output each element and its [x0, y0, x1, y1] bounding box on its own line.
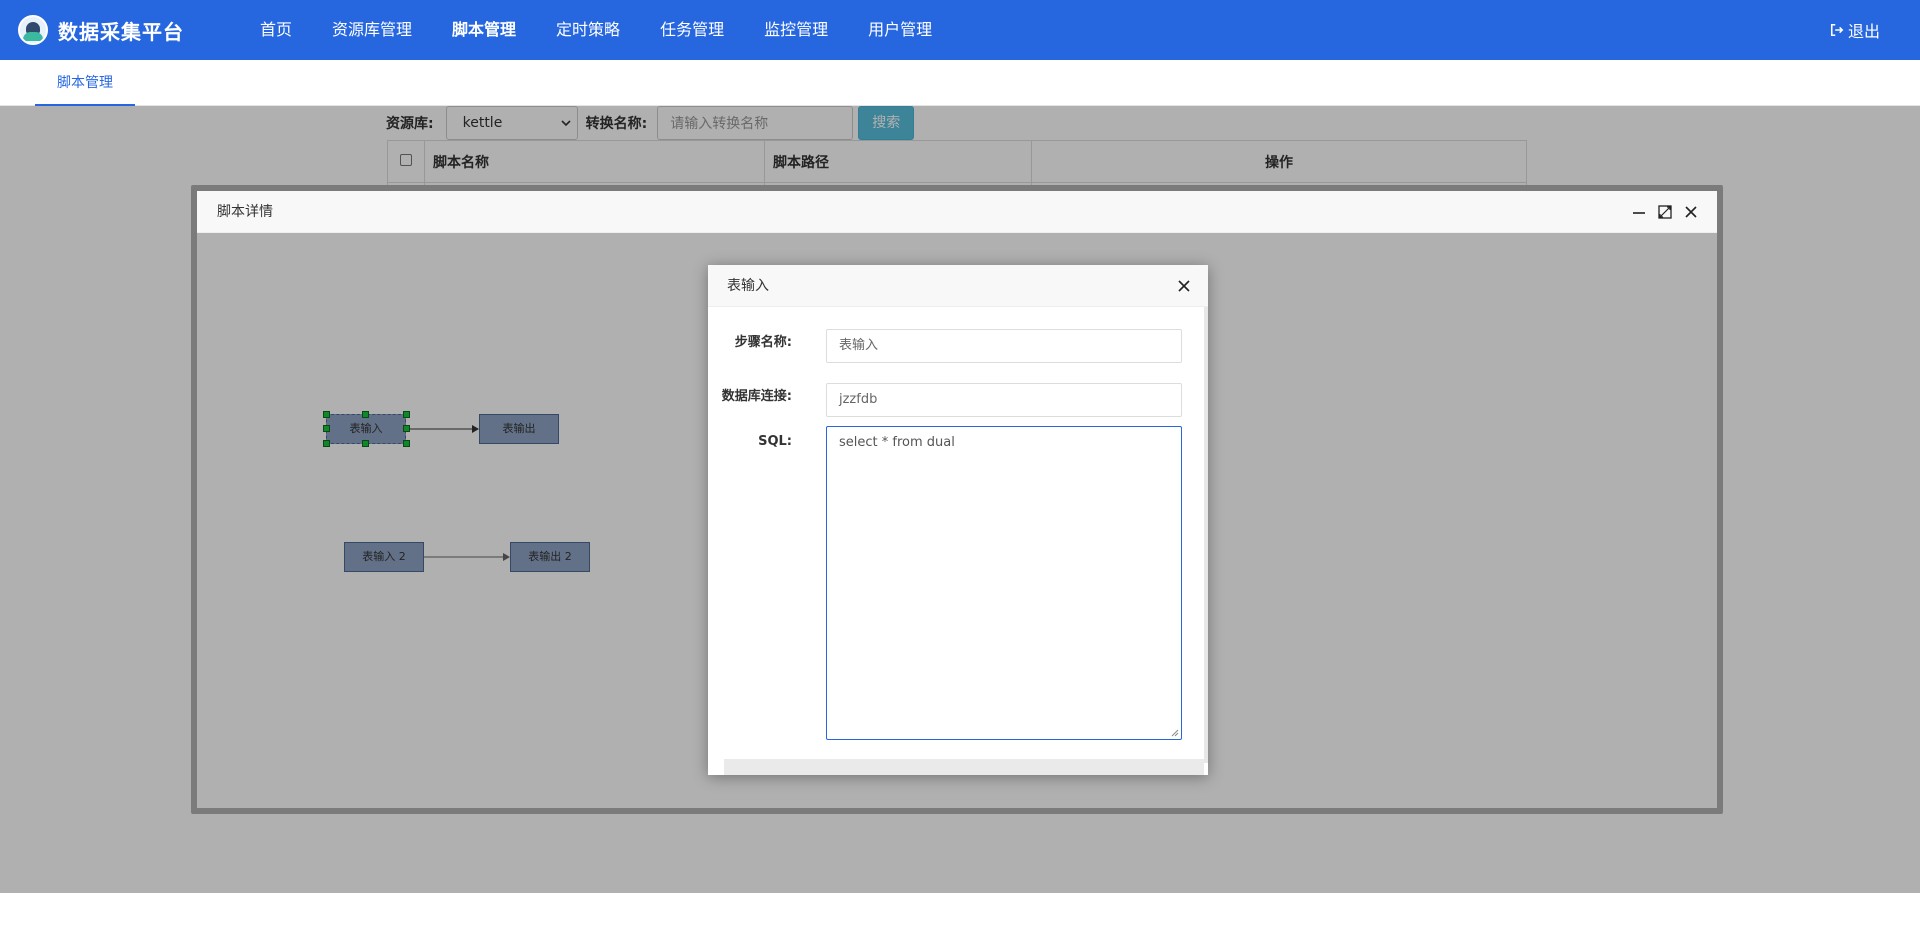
- minimize-icon[interactable]: [1631, 204, 1647, 220]
- tab-scripts[interactable]: 脚本管理: [35, 60, 135, 106]
- nav-item-scripts[interactable]: 脚本管理: [432, 0, 536, 60]
- logout-label: 退出: [1847, 22, 1880, 41]
- step-dialog: 表输入 步骤名称: 表输入 数据库连接: jzzfdb SQL: select …: [708, 265, 1208, 775]
- nav-item-repository[interactable]: 资源库管理: [312, 0, 432, 60]
- brand[interactable]: 数据采集平台: [18, 15, 240, 45]
- nav-item-monitor[interactable]: 监控管理: [744, 0, 848, 60]
- logout-button[interactable]: 退出: [1830, 0, 1880, 60]
- step-name-input[interactable]: 表输入: [826, 329, 1182, 363]
- sql-text: select * from dual: [839, 435, 955, 450]
- resize-grip-icon[interactable]: [1171, 729, 1179, 737]
- window-controls: [1631, 191, 1699, 233]
- page-footer: [0, 893, 1920, 937]
- db-connection-label: 数据库连接:: [721, 389, 792, 404]
- brand-logo-icon: [18, 15, 48, 45]
- dialog-header: 表输入: [708, 265, 1208, 307]
- nav-item-tasks[interactable]: 任务管理: [640, 0, 744, 60]
- field-row-sql: SQL: select * from dual: [708, 426, 1204, 740]
- field-row-step-name: 步骤名称: 表输入: [708, 329, 1204, 363]
- window-title: 脚本详情: [217, 204, 273, 220]
- nav-item-home[interactable]: 首页: [240, 0, 312, 60]
- nav-item-schedule[interactable]: 定时策略: [536, 0, 640, 60]
- sql-label: SQL:: [758, 434, 792, 449]
- maximize-icon[interactable]: [1657, 204, 1673, 220]
- sql-textarea[interactable]: select * from dual: [826, 426, 1182, 740]
- dialog-body: 步骤名称: 表输入 数据库连接: jzzfdb SQL: select * fr…: [708, 307, 1204, 757]
- dialog-title: 表输入: [727, 278, 769, 294]
- vertical-scrollbar[interactable]: [1204, 307, 1208, 763]
- sign-out-icon: [1830, 23, 1844, 37]
- nav-item-users[interactable]: 用户管理: [848, 0, 952, 60]
- app-title: 数据采集平台: [58, 19, 184, 44]
- close-icon[interactable]: [1683, 204, 1699, 220]
- db-connection-input[interactable]: jzzfdb: [826, 383, 1182, 417]
- horizontal-scrollbar[interactable]: [724, 759, 1204, 775]
- top-navbar: 数据采集平台 首页 资源库管理 脚本管理 定时策略 任务管理 监控管理 用户管理…: [0, 0, 1920, 60]
- step-name-label: 步骤名称:: [734, 335, 792, 350]
- main-nav: 首页 资源库管理 脚本管理 定时策略 任务管理 监控管理 用户管理: [240, 0, 952, 60]
- field-row-db-connection: 数据库连接: jzzfdb: [708, 383, 1204, 417]
- close-icon[interactable]: [1176, 278, 1192, 294]
- window-header: 脚本详情: [197, 191, 1717, 233]
- tab-strip: 脚本管理: [0, 60, 1920, 106]
